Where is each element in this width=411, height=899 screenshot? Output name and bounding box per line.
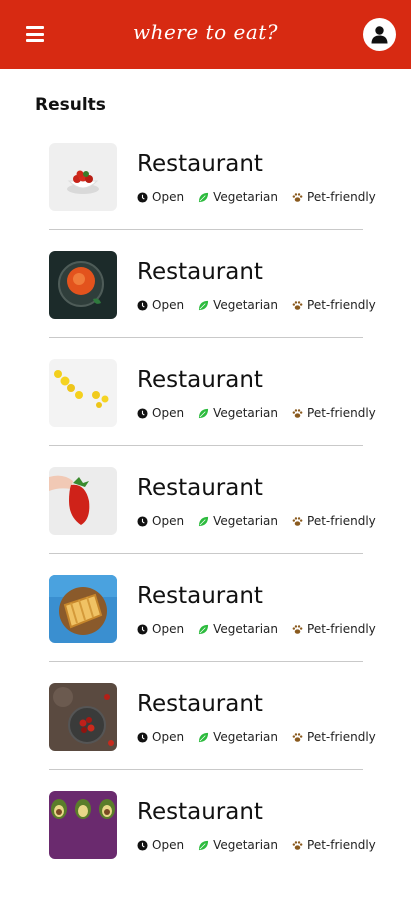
leaf-icon — [198, 408, 209, 418]
restaurant-name: Restaurant — [137, 475, 263, 501]
app-title: where to eat? — [132, 20, 279, 44]
pets-label: Pet-friendly — [307, 838, 376, 852]
restaurant-tags: Open Vegetarian Pet-friendly — [137, 298, 390, 312]
diet-label: Vegetarian — [213, 838, 279, 852]
restaurant-name: Restaurant — [137, 367, 263, 393]
clock-icon — [137, 623, 148, 635]
pets-label: Pet-friendly — [307, 730, 376, 744]
divider — [49, 769, 363, 770]
restaurant-item[interactable]: Restaurant Open Vegetarian Pet-friendly — [49, 791, 376, 899]
divider — [49, 661, 363, 662]
restaurant-name: Restaurant — [137, 151, 263, 177]
diet-label: Vegetarian — [213, 406, 279, 420]
divider — [49, 553, 363, 554]
status-label: Open — [152, 406, 185, 420]
restaurant-item[interactable]: Restaurant Open Vegetarian Pet-friendly — [49, 359, 376, 467]
divider — [49, 229, 363, 230]
restaurant-image — [49, 683, 117, 751]
status-label: Open — [152, 622, 185, 636]
restaurant-name: Restaurant — [137, 583, 263, 609]
restaurant-tags: Open Vegetarian Pet-friendly — [137, 514, 390, 528]
leaf-icon — [198, 192, 209, 202]
status-label: Open — [152, 514, 185, 528]
diet-label: Vegetarian — [213, 190, 279, 204]
restaurant-item[interactable]: Restaurant Open Vegetarian Pet-friendly — [49, 143, 376, 251]
diet-label: Vegetarian — [213, 622, 279, 636]
paw-icon — [292, 624, 303, 634]
restaurant-item[interactable]: Restaurant Open Vegetarian Pet-friendly — [49, 251, 376, 359]
app-bar: where to eat? — [0, 0, 411, 69]
clock-icon — [137, 191, 148, 203]
diet-label: Vegetarian — [213, 514, 279, 528]
restaurant-tags: Open Vegetarian Pet-friendly — [137, 838, 390, 852]
clock-icon — [137, 299, 148, 311]
pets-label: Pet-friendly — [307, 622, 376, 636]
pets-label: Pet-friendly — [307, 406, 376, 420]
leaf-icon — [198, 840, 209, 850]
restaurant-tags: Open Vegetarian Pet-friendly — [137, 622, 390, 636]
status-label: Open — [152, 190, 185, 204]
paw-icon — [292, 192, 303, 202]
restaurant-tags: Open Vegetarian Pet-friendly — [137, 406, 390, 420]
leaf-icon — [198, 516, 209, 526]
leaf-icon — [198, 300, 209, 310]
clock-icon — [137, 407, 148, 419]
pets-label: Pet-friendly — [307, 190, 376, 204]
paw-icon — [292, 732, 303, 742]
divider — [49, 337, 363, 338]
paw-icon — [292, 516, 303, 526]
restaurant-list: Restaurant Open Vegetarian Pet-friendly … — [49, 143, 376, 899]
leaf-icon — [198, 624, 209, 634]
restaurant-item[interactable]: Restaurant Open Vegetarian Pet-friendly — [49, 575, 376, 683]
clock-icon — [137, 515, 148, 527]
restaurant-item[interactable]: Restaurant Open Vegetarian Pet-friendly — [49, 467, 376, 575]
diet-label: Vegetarian — [213, 730, 279, 744]
leaf-icon — [198, 732, 209, 742]
status-label: Open — [152, 838, 185, 852]
restaurant-image — [49, 791, 117, 859]
status-label: Open — [152, 730, 185, 744]
paw-icon — [292, 300, 303, 310]
divider — [49, 445, 363, 446]
restaurant-image — [49, 143, 117, 211]
pets-label: Pet-friendly — [307, 298, 376, 312]
diet-label: Vegetarian — [213, 298, 279, 312]
restaurant-name: Restaurant — [137, 799, 263, 825]
restaurant-image — [49, 467, 117, 535]
restaurant-image — [49, 251, 117, 319]
restaurant-image — [49, 359, 117, 427]
paw-icon — [292, 408, 303, 418]
restaurant-name: Restaurant — [137, 691, 263, 717]
results-heading: Results — [35, 95, 106, 115]
restaurant-item[interactable]: Restaurant Open Vegetarian Pet-friendly — [49, 683, 376, 791]
pets-label: Pet-friendly — [307, 514, 376, 528]
restaurant-name: Restaurant — [137, 259, 263, 285]
clock-icon — [137, 839, 148, 851]
account-icon[interactable] — [363, 18, 396, 51]
restaurant-tags: Open Vegetarian Pet-friendly — [137, 730, 390, 744]
paw-icon — [292, 840, 303, 850]
status-label: Open — [152, 298, 185, 312]
clock-icon — [137, 731, 148, 743]
restaurant-image — [49, 575, 117, 643]
restaurant-tags: Open Vegetarian Pet-friendly — [137, 190, 390, 204]
